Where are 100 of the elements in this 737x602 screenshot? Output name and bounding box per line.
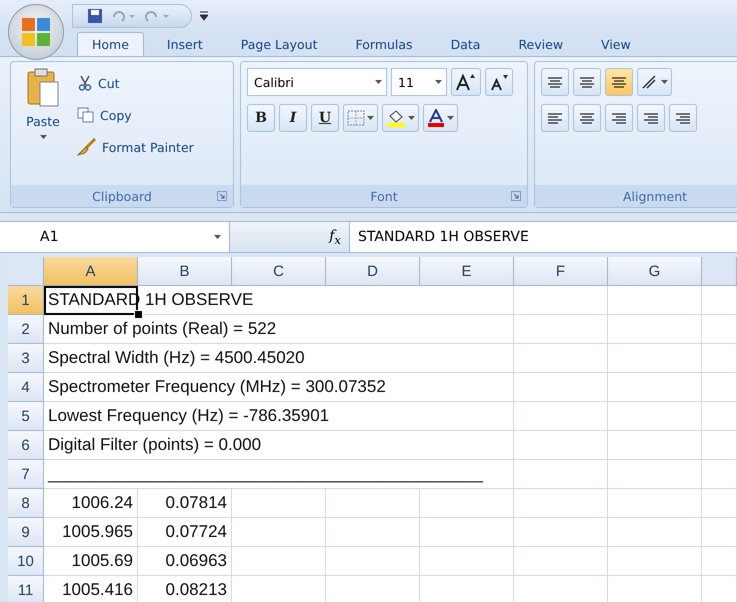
column-header[interactable]: F xyxy=(514,257,608,286)
orientation-button[interactable] xyxy=(637,68,672,96)
ribbon-tab[interactable]: Home xyxy=(77,32,144,56)
empty-cell xyxy=(702,431,737,460)
increase-indent-button[interactable] xyxy=(669,104,697,132)
dropdown-caret-icon xyxy=(375,80,382,84)
font-name-field[interactable]: Calibri xyxy=(247,68,387,96)
formula-field[interactable]: STANDARD 1H OBSERVE xyxy=(350,229,529,245)
column-header[interactable]: E xyxy=(420,257,514,286)
grow-font-button[interactable] xyxy=(451,68,481,96)
dropdown-caret-icon xyxy=(447,116,454,120)
grow-font-icon xyxy=(455,73,477,91)
column-header[interactable]: B xyxy=(138,257,232,286)
cell-text: Spectrometer Frequency (MHz) = 300.07352 xyxy=(44,373,514,402)
ribbon-command[interactable]: Format Painter xyxy=(77,134,194,160)
row-header[interactable]: 2 xyxy=(8,315,44,344)
middle-align-button[interactable] xyxy=(573,68,601,96)
underline-button[interactable]: U xyxy=(311,104,339,132)
empty-cell xyxy=(702,373,737,402)
font-color-button[interactable] xyxy=(423,104,458,132)
borders-icon xyxy=(347,110,365,126)
empty-cell xyxy=(702,518,737,547)
ribbon-tab[interactable]: Review xyxy=(503,32,578,56)
top-align-icon xyxy=(547,75,563,89)
align-right-button[interactable] xyxy=(605,104,633,132)
ribbon-tab[interactable]: View xyxy=(586,32,646,56)
paste-button[interactable]: Paste xyxy=(17,68,69,179)
decrease-indent-button[interactable] xyxy=(637,104,665,132)
copy-icon xyxy=(77,107,95,123)
dialog-launcher-icon[interactable] xyxy=(217,191,227,201)
column-header[interactable]: G xyxy=(608,257,702,286)
align-left-button[interactable] xyxy=(541,104,569,132)
bottom-align-button[interactable] xyxy=(605,68,633,96)
cell-reference: A1 xyxy=(40,229,58,245)
table-cell: 0.06963 xyxy=(138,547,232,576)
clipboard-icon xyxy=(26,68,60,108)
row-header[interactable]: 8 xyxy=(8,489,44,518)
ribbon-tab[interactable]: Page Layout xyxy=(226,32,333,56)
center-button[interactable] xyxy=(573,104,601,132)
row-header[interactable]: 11 xyxy=(8,576,44,602)
align-center-icon xyxy=(579,111,595,125)
align-right-icon xyxy=(611,111,627,125)
dropdown-caret-icon xyxy=(408,116,415,120)
empty-cell xyxy=(702,344,737,373)
shrink-font-button[interactable] xyxy=(485,68,513,96)
fill-color-button[interactable] xyxy=(382,104,419,132)
save-icon[interactable] xyxy=(87,8,103,24)
row-header[interactable]: 10 xyxy=(8,547,44,576)
empty-cell xyxy=(702,315,737,344)
cell-text: Digital Filter (points) = 0.000 xyxy=(44,431,514,460)
borders-button[interactable] xyxy=(343,104,378,132)
office-logo-icon xyxy=(21,17,51,47)
ribbon-command[interactable]: Cut xyxy=(77,70,194,96)
row-header[interactable]: 9 xyxy=(8,518,44,547)
table-cell: 1005.965 xyxy=(44,518,138,547)
empty-cell xyxy=(702,547,737,576)
row-header[interactable]: 3 xyxy=(8,344,44,373)
ribbon-tab[interactable]: Data xyxy=(436,32,496,56)
column-header[interactable]: D xyxy=(326,257,420,286)
row-header[interactable]: 5 xyxy=(8,402,44,431)
paintbrush-icon xyxy=(77,138,97,156)
table-cell: 0.08213 xyxy=(138,576,232,602)
top-align-button[interactable] xyxy=(541,68,569,96)
font-color-icon xyxy=(427,109,445,127)
table-cell: 1006.24 xyxy=(44,489,138,518)
row-header[interactable]: 6 xyxy=(8,431,44,460)
cell-text: ______________________________________________ xyxy=(44,460,514,489)
table-cell: 1005.416 xyxy=(44,576,138,602)
customize-toolbar-icon[interactable] xyxy=(200,11,208,21)
row-header[interactable]: 7 xyxy=(8,460,44,489)
align-left-icon xyxy=(547,111,563,125)
ribbon-command[interactable]: Copy xyxy=(77,102,194,128)
row-header[interactable]: 1 xyxy=(8,286,44,315)
scissors-icon xyxy=(77,75,93,91)
italic-button[interactable]: I xyxy=(279,104,307,132)
dialog-launcher-icon[interactable] xyxy=(511,191,521,201)
dropdown-caret-icon xyxy=(435,80,442,84)
middle-align-icon xyxy=(579,75,595,89)
font-size-field[interactable]: 11 xyxy=(391,68,447,96)
table-cell: 1005.69 xyxy=(44,547,138,576)
row-header[interactable]: 4 xyxy=(8,373,44,402)
column-header[interactable]: C xyxy=(232,257,326,286)
dropdown-caret-icon xyxy=(661,80,668,84)
fill-handle[interactable] xyxy=(134,310,143,319)
empty-cell xyxy=(702,460,737,489)
cell-text: Number of points (Real) = 522 xyxy=(44,315,514,344)
cell-text: Lowest Frequency (Hz) = -786.35901 xyxy=(44,402,514,431)
shrink-font-icon xyxy=(489,73,509,91)
group-label: Font xyxy=(370,188,398,204)
decrease-indent-icon xyxy=(643,111,659,125)
ribbon-tab[interactable]: Formulas xyxy=(340,32,428,56)
bold-button[interactable]: B xyxy=(247,104,275,132)
bottom-align-icon xyxy=(611,75,627,89)
insert-function-button[interactable]: f$_{x}$ xyxy=(230,222,350,252)
ribbon-tab[interactable]: Insert xyxy=(152,32,218,56)
table-cell: 0.07724 xyxy=(138,518,232,547)
column-header[interactable]: A xyxy=(44,257,138,286)
paint-bucket-icon xyxy=(386,109,406,127)
cell-text: Spectral Width (Hz) = 4500.45020 xyxy=(44,344,514,373)
empty-cell xyxy=(702,489,737,518)
